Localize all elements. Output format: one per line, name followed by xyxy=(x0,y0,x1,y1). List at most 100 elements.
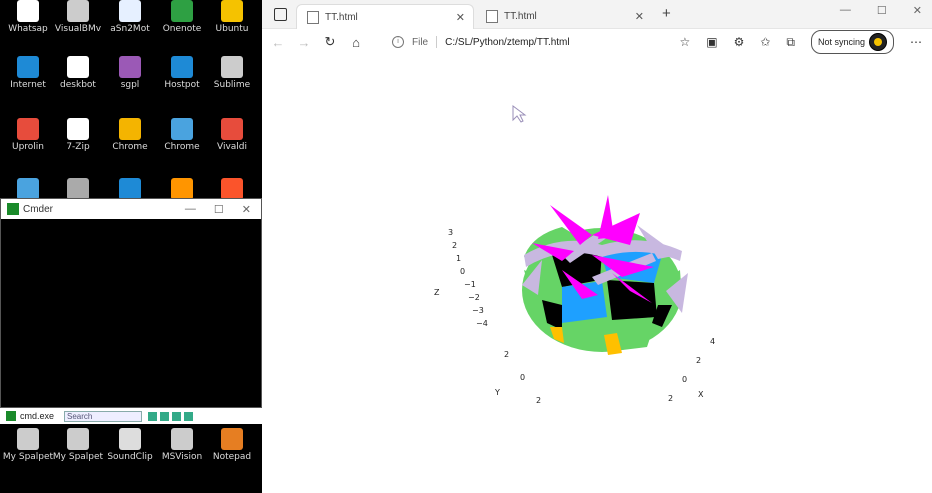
tab-close-button[interactable]: ✕ xyxy=(456,11,465,24)
desktop-icon[interactable]: sgpl xyxy=(100,56,160,90)
maximize-button[interactable]: ☐ xyxy=(877,4,887,17)
app-icon xyxy=(17,0,39,22)
desktop-icon-label: VisualBMv xyxy=(54,24,102,34)
flag-icon xyxy=(17,178,39,200)
extensions-icon[interactable]: ⚙ xyxy=(734,35,745,49)
app-icon xyxy=(171,428,193,450)
y-tick-label: 2 xyxy=(536,396,541,405)
url-text[interactable]: C:/SL/Python/ztemp/TT.html xyxy=(445,37,570,48)
y-axis-label: Y xyxy=(494,388,500,397)
desktop-icon[interactable]: SoundClip xyxy=(100,428,160,462)
page-icon xyxy=(307,10,319,24)
home-button[interactable]: ⌂ xyxy=(346,35,366,50)
desktop-icon-label: Vivaldi xyxy=(216,142,247,152)
chrome-icon xyxy=(119,118,141,140)
firefox-icon xyxy=(171,178,193,200)
x-tick-label: 0 xyxy=(682,375,687,384)
tab-actions-icon[interactable] xyxy=(274,8,287,21)
desktop-icon[interactable]: Chrome xyxy=(100,118,160,152)
toolbar-button[interactable] xyxy=(172,411,182,421)
desktop-icon[interactable]: deskbot xyxy=(48,56,108,90)
desktop-icon[interactable]: Notepad xyxy=(202,428,262,462)
page-icon xyxy=(486,9,498,23)
desktop-icon-label: My Spalpet xyxy=(52,452,104,462)
app-icon xyxy=(67,178,89,200)
tab-title: TT.html xyxy=(325,11,358,23)
back-button[interactable]: ← xyxy=(268,35,288,50)
toolbar-button[interactable] xyxy=(160,411,170,421)
desktop-icon[interactable]: 7-Zip xyxy=(48,118,108,152)
desktop-icon[interactable]: Vivaldi xyxy=(202,118,262,152)
cmd-icon xyxy=(6,411,16,421)
document-icon xyxy=(119,0,141,22)
new-tab-button[interactable]: + xyxy=(662,5,671,22)
desktop-icon[interactable]: Ubuntu xyxy=(202,0,262,34)
maximize-button[interactable]: ☐ xyxy=(214,203,224,216)
collections-icon[interactable]: ⧉ xyxy=(786,35,795,50)
toolbar-button[interactable] xyxy=(184,411,194,421)
desktop-icon-label: deskbot xyxy=(60,80,96,90)
desktop-icon[interactable]: aSn2Mot xyxy=(100,0,160,34)
app-icon xyxy=(221,428,243,450)
tab-active[interactable]: TT.html ✕ xyxy=(296,4,474,29)
tab-inactive[interactable]: TT.html ✕ xyxy=(476,4,652,28)
forward-button[interactable]: → xyxy=(294,35,314,50)
favorites-icon[interactable]: ✩ xyxy=(760,35,770,49)
plot-3d[interactable]: 3 2 1 0 −1 −2 −3 −4 Z 2 0 2 Y 4 2 0 2 X xyxy=(262,55,932,493)
y-tick-label: 2 xyxy=(504,350,509,359)
app-icon xyxy=(119,178,141,200)
minimize-button[interactable]: — xyxy=(185,203,196,216)
x-tick-label: 2 xyxy=(668,394,673,403)
profile-sync-button[interactable]: Not syncing xyxy=(810,30,894,54)
app-icon xyxy=(171,0,193,22)
desktop-icon-label: 7-Zip xyxy=(66,142,90,152)
app-icon xyxy=(171,56,193,78)
address-bar[interactable]: i File C:/SL/Python/ztemp/TT.html xyxy=(392,36,570,48)
browser-toolbar: ← → ↻ ⌂ i File C:/SL/Python/ztemp/TT.htm… xyxy=(262,29,932,55)
zip-icon xyxy=(67,118,89,140)
close-button[interactable]: ✕ xyxy=(242,203,251,216)
ie-icon xyxy=(17,56,39,78)
app-icon xyxy=(221,0,243,22)
desktop-icon[interactable]: VisualBMv xyxy=(48,0,108,34)
cmder-tabbar: cmd.exe Search xyxy=(0,408,262,424)
desktop-icon[interactable]: My Spalpet xyxy=(48,428,108,462)
cmder-search-input[interactable]: Search xyxy=(64,410,143,422)
brave-icon xyxy=(221,178,243,200)
minimize-button[interactable]: — xyxy=(840,4,851,17)
info-icon[interactable]: i xyxy=(392,36,404,48)
cmder-toolbar-buttons[interactable] xyxy=(148,411,194,421)
z-tick-label: −3 xyxy=(472,306,484,315)
more-menu-button[interactable]: ⋯ xyxy=(910,35,922,49)
toolbar-button[interactable] xyxy=(148,411,158,421)
cmder-window[interactable]: Cmder — ☐ ✕ xyxy=(0,198,262,408)
vivaldi-icon xyxy=(221,118,243,140)
desktop-icon-label: aSn2Mot xyxy=(110,24,150,34)
desktop-icon-label: sgpl xyxy=(120,80,140,90)
x-tick-label: 2 xyxy=(696,356,701,365)
z-tick-label: 2 xyxy=(452,241,457,250)
y-axis: 2 0 2 xyxy=(504,350,541,405)
refresh-button[interactable]: ↻ xyxy=(320,34,340,50)
window-controls: — ☐ ✕ xyxy=(840,4,922,17)
surface xyxy=(522,195,688,355)
document-icon xyxy=(67,56,89,78)
avatar xyxy=(869,33,887,51)
favorite-add-icon[interactable]: ☆ xyxy=(679,35,690,49)
z-tick-label: 1 xyxy=(456,254,461,263)
desktop-icon[interactable]: Sublime xyxy=(202,56,262,90)
cmder-titlebar[interactable]: Cmder — ☐ ✕ xyxy=(1,199,261,219)
browser-window: TT.html ✕ TT.html ✕ + — ☐ ✕ ← → ↻ ⌂ i Fi… xyxy=(262,0,932,493)
divider xyxy=(436,36,438,48)
page-content: 3 2 1 0 −1 −2 −3 −4 Z 2 0 2 Y 4 2 0 2 X xyxy=(262,55,932,493)
toolbar-icons: ☆ ▣ ⚙ ✩ ⧉ Not syncing ⋯ xyxy=(679,30,922,54)
sync-label: Not syncing xyxy=(817,37,865,47)
x-axis: 4 2 0 2 xyxy=(668,337,715,403)
close-button[interactable]: ✕ xyxy=(913,4,922,17)
desktop-icon-label: Ubuntu xyxy=(215,24,249,34)
z-axis-label: Z xyxy=(434,288,440,297)
cmder-tab-label[interactable]: cmd.exe xyxy=(20,411,54,421)
tab-close-button[interactable]: ✕ xyxy=(635,10,644,23)
z-axis: 3 2 1 0 −1 −2 −3 −4 xyxy=(448,228,488,328)
reading-view-icon[interactable]: ▣ xyxy=(706,35,717,49)
